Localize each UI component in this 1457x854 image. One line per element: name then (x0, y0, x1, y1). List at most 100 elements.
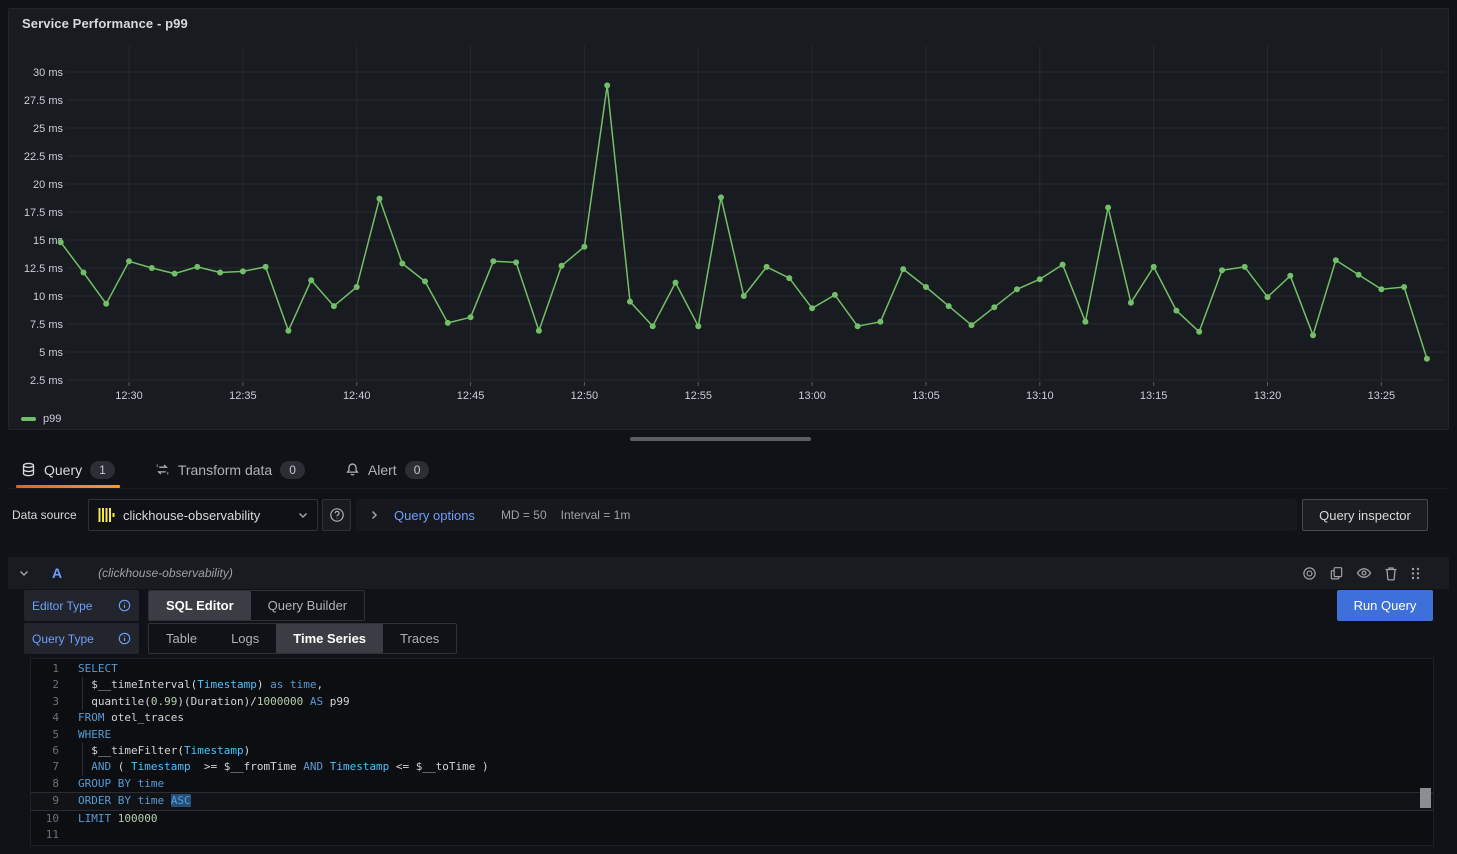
code-text: AND ( Timestamp >= $__fromTime AND Times… (71, 759, 489, 775)
segment-table[interactable]: Table (149, 624, 214, 653)
svg-text:12.5 ms: 12.5 ms (24, 263, 64, 275)
segment-sql-editor[interactable]: SQL Editor (149, 591, 251, 620)
max-data-points-value: MD = 50 (501, 508, 547, 522)
svg-text:2.5 ms: 2.5 ms (30, 375, 64, 387)
sql-code-editor[interactable]: 1SELECT2 $__timeInterval(Timestamp) as t… (30, 658, 1434, 846)
code-line-6[interactable]: 6 $__timeFilter(Timestamp) (31, 743, 1433, 759)
svg-text:12:30: 12:30 (115, 390, 143, 402)
svg-text:13:15: 13:15 (1140, 390, 1168, 402)
segment-time-series[interactable]: Time Series (276, 624, 383, 653)
code-text (71, 827, 78, 843)
svg-text:20 ms: 20 ms (33, 179, 63, 191)
query-inspector-button[interactable]: Query inspector (1302, 499, 1428, 531)
line-number: 5 (31, 727, 71, 743)
tab-alert-count: 0 (405, 461, 430, 479)
svg-text:13:25: 13:25 (1368, 390, 1396, 402)
pane-resize-handle[interactable] (630, 437, 811, 441)
svg-text:12:55: 12:55 (684, 390, 712, 402)
query-type-switch: Table Logs Time Series Traces (148, 623, 457, 654)
datasource-selected-value: clickhouse-observability (123, 508, 289, 523)
svg-text:30 ms: 30 ms (33, 67, 63, 79)
tab-query-count: 1 (90, 461, 115, 479)
code-line-10[interactable]: 10LIMIT 100000 (31, 811, 1433, 827)
svg-text:5 ms: 5 ms (39, 347, 63, 359)
query-ref-id[interactable]: A (52, 565, 62, 581)
code-line-8[interactable]: 8GROUP BY time (31, 776, 1433, 792)
code-text: $__timeFilter(Timestamp) (71, 743, 250, 759)
query-type-label: Query Type (32, 632, 112, 646)
tab-query-label: Query (44, 462, 82, 478)
datasource-help-button[interactable] (322, 499, 351, 531)
datasource-picker[interactable]: clickhouse-observability (88, 499, 318, 531)
line-number: 11 (31, 827, 71, 843)
code-line-1[interactable]: 1SELECT (31, 661, 1433, 677)
drag-handle-icon[interactable] (1410, 566, 1421, 581)
editor-tabs: Query 1 Transform data 0 Alert 0 (8, 451, 1449, 489)
code-text: GROUP BY time (71, 776, 164, 792)
query-type-field-label: Query Type (24, 623, 139, 654)
svg-text:17.5 ms: 17.5 ms (24, 207, 64, 219)
code-text: LIMIT 100000 (71, 811, 158, 827)
chevron-right-icon[interactable] (368, 509, 380, 521)
run-query-button[interactable]: Run Query (1337, 590, 1433, 621)
line-number: 1 (31, 661, 71, 677)
disable-query-icon[interactable] (1302, 566, 1317, 581)
code-line-4[interactable]: 4FROM otel_traces (31, 710, 1433, 726)
query-row-actions (1302, 565, 1421, 581)
code-text: FROM otel_traces (71, 710, 184, 726)
code-line-7[interactable]: 7 AND ( Timestamp >= $__fromTime AND Tim… (31, 759, 1433, 775)
line-number: 10 (31, 811, 71, 827)
interval-value: Interval = 1m (561, 508, 631, 522)
tab-transform-label: Transform data (178, 462, 272, 478)
tab-alert[interactable]: Alert 0 (340, 451, 434, 488)
eye-icon[interactable] (1356, 565, 1372, 581)
legend-series-label[interactable]: p99 (43, 413, 61, 425)
info-circle-icon[interactable] (118, 599, 131, 612)
clickhouse-logo-icon (97, 506, 115, 524)
line-number: 8 (31, 776, 71, 792)
query-options-toggle[interactable]: Query options (394, 508, 475, 523)
svg-text:22.5 ms: 22.5 ms (24, 151, 64, 163)
code-text: quantile(0.99)(Duration)/1000000 AS p99 (71, 694, 350, 710)
query-options-bar: Query options MD = 50 Interval = 1m (356, 499, 1297, 531)
code-text: WHERE (71, 727, 111, 743)
code-line-3[interactable]: 3 quantile(0.99)(Duration)/1000000 AS p9… (31, 694, 1433, 710)
legend-series-marker (21, 417, 36, 421)
info-circle-icon[interactable] (118, 632, 131, 645)
svg-text:12:40: 12:40 (343, 390, 371, 402)
chevron-down-icon (297, 509, 309, 521)
svg-text:13:10: 13:10 (1026, 390, 1054, 402)
svg-text:13:20: 13:20 (1254, 390, 1282, 402)
svg-text:10 ms: 10 ms (33, 291, 63, 303)
query-row-header: A (clickhouse-observability) (8, 557, 1449, 589)
code-text: $__timeInterval(Timestamp) as time, (71, 677, 323, 693)
editor-type-field-label: Editor Type (24, 590, 139, 621)
code-line-11[interactable]: 11 (31, 827, 1433, 843)
timeseries-chart[interactable]: 30 ms27.5 ms25 ms22.5 ms20 ms17.5 ms15 m… (9, 9, 1450, 431)
database-icon (21, 462, 36, 477)
trash-icon[interactable] (1384, 566, 1398, 581)
tab-transform-data[interactable]: Transform data 0 (150, 451, 310, 488)
svg-text:12:35: 12:35 (229, 390, 257, 402)
segment-logs[interactable]: Logs (214, 624, 276, 653)
code-text: SELECT (71, 661, 118, 677)
datasource-label: Data source (12, 499, 77, 531)
code-line-5[interactable]: 5WHERE (31, 727, 1433, 743)
line-number: 6 (31, 743, 71, 759)
duplicate-query-icon[interactable] (1329, 566, 1344, 581)
line-number: 4 (31, 710, 71, 726)
segment-traces[interactable]: Traces (383, 624, 456, 653)
tab-transform-count: 0 (280, 461, 305, 479)
svg-text:25 ms: 25 ms (33, 123, 63, 135)
timeseries-panel: Service Performance - p99 30 ms27.5 ms25… (8, 8, 1449, 430)
tab-alert-label: Alert (368, 462, 397, 478)
svg-text:12:45: 12:45 (457, 390, 485, 402)
question-circle-icon (329, 507, 345, 523)
segment-query-builder[interactable]: Query Builder (251, 591, 364, 620)
bell-icon (345, 462, 360, 477)
svg-text:13:00: 13:00 (798, 390, 826, 402)
tab-query[interactable]: Query 1 (16, 451, 120, 488)
collapse-chevron-icon[interactable] (18, 567, 30, 579)
code-line-9[interactable]: 9ORDER BY time ASC (31, 792, 1433, 810)
code-line-2[interactable]: 2 $__timeInterval(Timestamp) as time, (31, 677, 1433, 693)
